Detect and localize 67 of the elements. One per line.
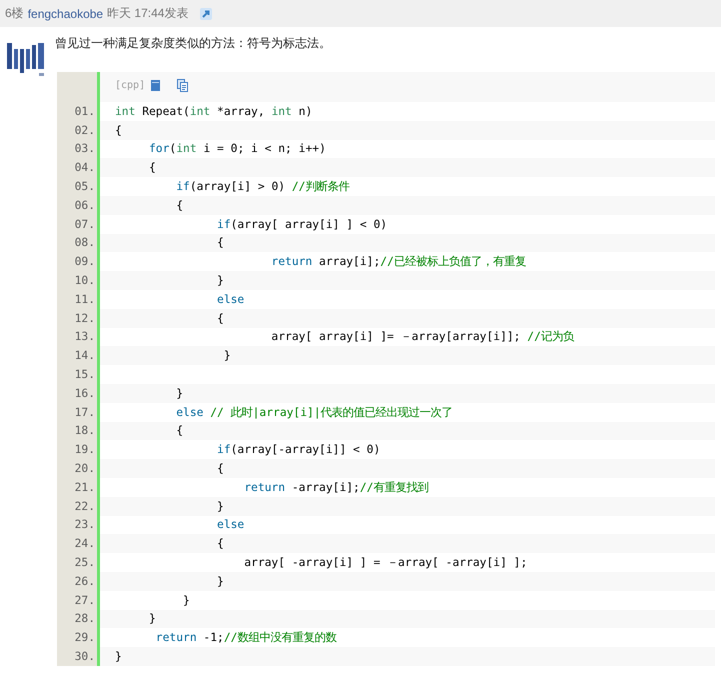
code-line: array[ array[i] ]= －array[array[i]]; //记为负 <box>270 329 574 344</box>
code-line: { <box>175 424 184 438</box>
code-line: } <box>216 500 224 513</box>
language-label: [cpp] <box>115 80 146 90</box>
username-link[interactable]: fengchaokobe <box>28 6 104 20</box>
line-number: 08. <box>74 236 95 250</box>
code-line: } <box>148 612 156 626</box>
code-line: else // 此时|array[i]|代表的值已经出现过一次了 <box>175 404 453 420</box>
code-line: } <box>216 574 224 588</box>
code-line: } <box>216 274 224 288</box>
line-number: 14. <box>74 349 95 362</box>
line-number: 30. <box>74 650 95 663</box>
code-line: { <box>216 462 224 476</box>
code-line: if(array[-array[i]] < 0) <box>216 443 380 456</box>
line-number: 02. <box>74 124 95 137</box>
code-line: int Repeat(int *array, int n) <box>115 104 312 118</box>
line-number: 20. <box>74 462 95 476</box>
code-line: else <box>216 518 244 532</box>
copy-icon[interactable] <box>177 78 188 92</box>
line-number: 26. <box>74 574 95 588</box>
code-line: } <box>175 386 184 400</box>
code-line: { <box>216 537 224 550</box>
line-number: 03. <box>74 142 95 156</box>
comment-text: 曾见过一种满足复杂度类似的方法：符号为标志法。 <box>55 35 332 51</box>
post-time: 昨天 17:44发表 <box>107 5 188 22</box>
line-number: 22. <box>74 500 95 513</box>
line-number: 24. <box>74 537 95 550</box>
line-number: 27. <box>74 594 95 607</box>
line-number: 01. <box>74 104 95 118</box>
line-number: 16. <box>74 386 95 400</box>
line-number: 25. <box>74 556 95 570</box>
line-number: 23. <box>74 518 95 532</box>
line-number: 10. <box>74 274 95 288</box>
reply-icon[interactable] <box>200 8 212 20</box>
line-number: 12. <box>74 312 95 325</box>
code-line: { <box>148 161 156 174</box>
code-line: } <box>182 594 190 607</box>
code-line: } <box>115 650 122 663</box>
code-line: if(array[ array[i] ] < 0) <box>216 218 388 231</box>
code-line: { <box>175 198 184 212</box>
code-line: { <box>216 312 224 325</box>
view-source-icon[interactable] <box>151 80 160 90</box>
floor-number: 6楼 <box>5 5 24 22</box>
code-line: return -1;//数组中没有重复的数 <box>154 630 336 646</box>
code-line: return array[i];//已经被标上负值了，有重复 <box>270 254 526 270</box>
code-line: array[ -array[i] ] = －array[ -array[i] ]; <box>243 555 528 570</box>
line-number: 21. <box>74 480 95 494</box>
code-line: { <box>216 236 224 250</box>
line-number: 05. <box>74 180 95 194</box>
code-line: { <box>115 124 122 137</box>
code-line: for(int i = 0; i < n; i++) <box>148 142 326 156</box>
line-number: 11. <box>74 292 95 306</box>
code-line: else <box>216 292 244 306</box>
line-number: 15. <box>74 368 95 382</box>
line-number: 19. <box>74 443 95 456</box>
line-number: 07. <box>74 218 95 231</box>
line-number: 18. <box>74 424 95 438</box>
line-number: 13. <box>74 330 95 344</box>
line-number: 06. <box>74 198 95 212</box>
line-number: 09. <box>74 255 95 268</box>
line-number: 28. <box>74 612 95 626</box>
code-line: if(array[i] > 0) //判断条件 <box>175 179 350 194</box>
line-number: 29. <box>74 631 95 644</box>
line-number: 04. <box>74 161 95 174</box>
code-line: return -array[i];//有重复找到 <box>243 480 428 495</box>
code-line: } <box>222 349 231 362</box>
line-number: 17. <box>74 406 95 419</box>
